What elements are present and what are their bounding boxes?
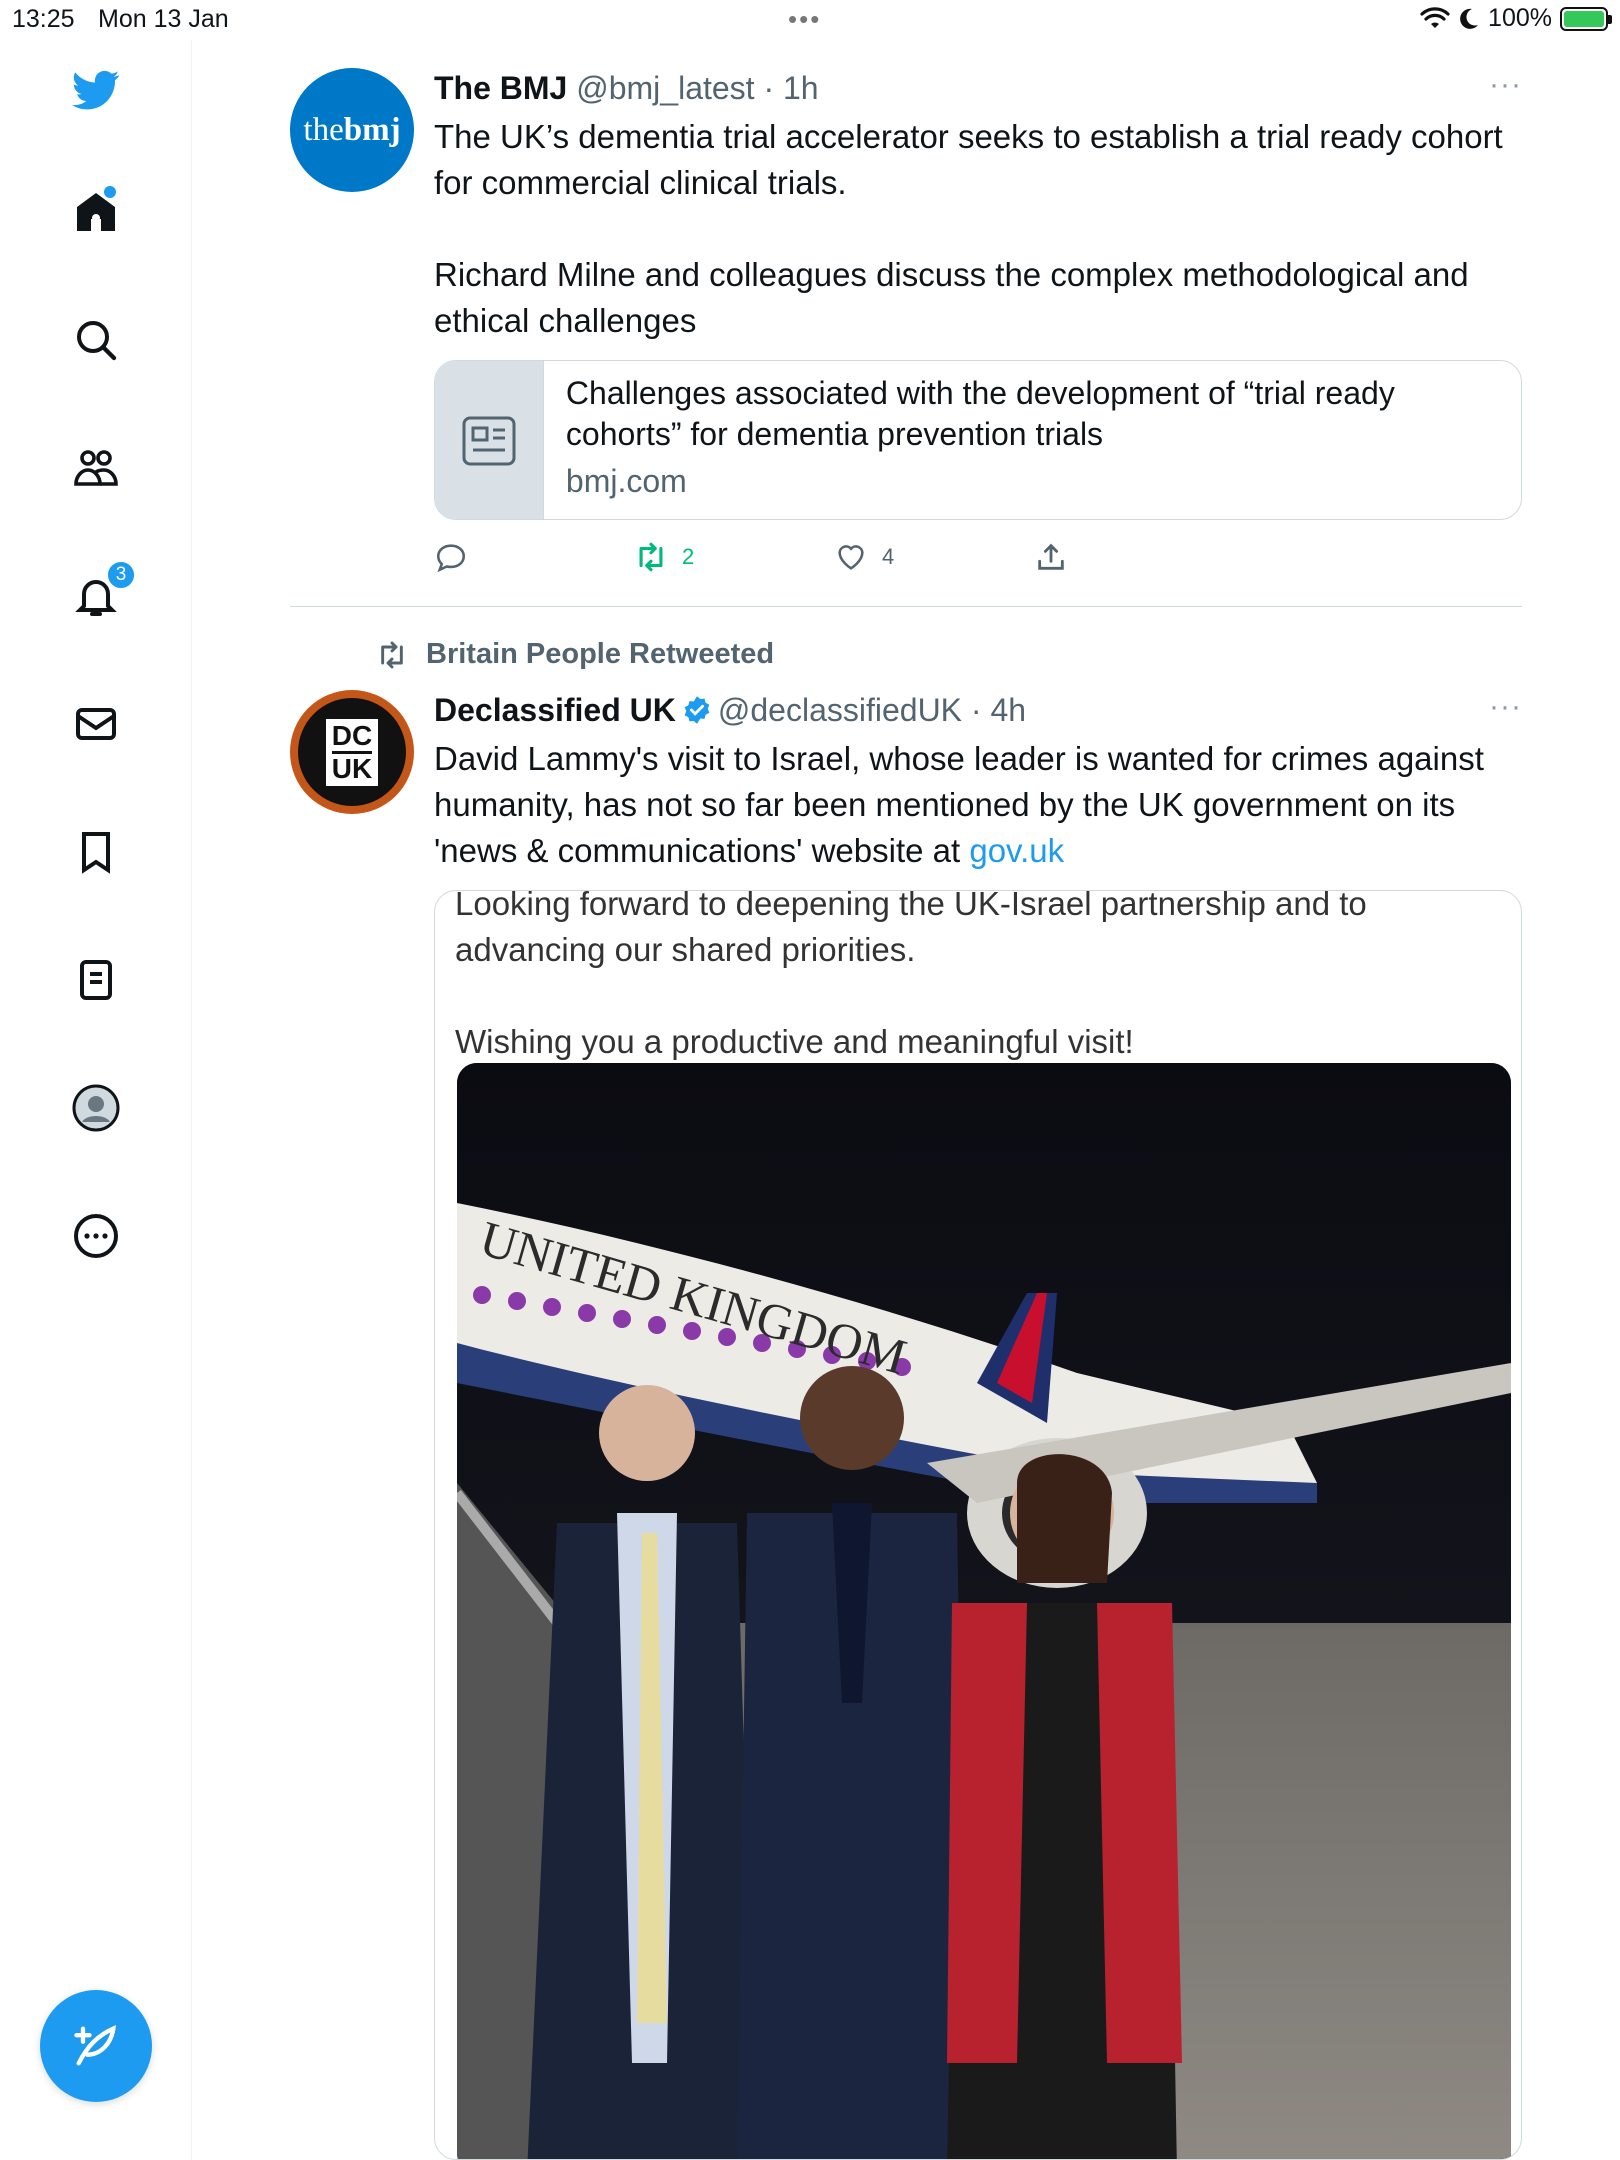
heart-icon xyxy=(838,545,864,570)
quoted-text: Looking forward to deepening the UK-Isra… xyxy=(455,890,1367,1060)
logo-line-2: UK xyxy=(331,750,373,784)
quoted-content[interactable]: Looking forward to deepening the UK-Isra… xyxy=(434,890,1522,2160)
declassified-avatar[interactable]: DC UK xyxy=(290,690,414,814)
tweet-time[interactable]: · 1h xyxy=(763,70,818,106)
tweet-text: The UK’s dementia trial accelerator seek… xyxy=(434,118,1503,339)
author-handle[interactable]: @bmj_latest xyxy=(576,70,754,106)
declassified-logo: DC UK xyxy=(298,698,406,806)
link-card[interactable]: Challenges associated with the developme… xyxy=(434,360,1522,520)
airport-photo-illustration: UNITED KINGDOM xyxy=(457,1063,1511,2159)
twitter-logo-icon[interactable] xyxy=(64,58,128,122)
multitasking-dots[interactable]: ••• xyxy=(788,4,821,35)
home-unread-dot xyxy=(104,186,116,198)
bookmarks-icon[interactable] xyxy=(64,820,128,884)
notifications-bell-icon[interactable]: 3 xyxy=(64,560,136,628)
tweet-header: Declassified UK @declassifiedUK · 4h xyxy=(434,690,1522,730)
bmj-logo: thebmj xyxy=(303,111,401,148)
retweet-button[interactable]: 2 xyxy=(634,540,694,574)
tweet-divider xyxy=(290,606,1522,607)
tweet-text-body: David Lammy's visit to Israel, whose lea… xyxy=(434,740,1484,869)
status-indicators: 100% xyxy=(1420,4,1612,33)
tweet-more-button[interactable]: ··· xyxy=(1489,68,1522,102)
tweet-photo[interactable]: UNITED KINGDOM xyxy=(457,1063,1511,2159)
lists-icon[interactable] xyxy=(64,948,128,1012)
tweet-more-button[interactable]: ··· xyxy=(1489,690,1522,724)
retweeted-by-label: Britain People Retweeted xyxy=(426,638,775,670)
verified-badge-icon xyxy=(684,696,710,724)
share-button[interactable] xyxy=(1034,540,1068,574)
wifi-icon xyxy=(1420,6,1450,28)
like-count: 4 xyxy=(882,544,895,569)
tweet-time[interactable]: · 4h xyxy=(971,692,1026,728)
status-time: 13:25 xyxy=(12,5,75,33)
author-name[interactable]: The BMJ xyxy=(434,70,567,106)
battery-percent: 100% xyxy=(1488,4,1552,32)
home-icon[interactable] xyxy=(64,180,128,244)
share-icon xyxy=(1038,543,1064,570)
link-card-domain: bmj.com xyxy=(565,463,687,499)
article-placeholder-icon xyxy=(435,361,544,519)
compose-tweet-button[interactable] xyxy=(40,1990,152,2102)
tweet-text: David Lammy's visit to Israel, whose lea… xyxy=(434,736,1522,874)
notifications-badge: 3 xyxy=(106,560,136,590)
like-button[interactable]: 4 xyxy=(834,540,894,574)
sidebar-nav: 3 xyxy=(0,40,192,2160)
search-icon[interactable] xyxy=(64,308,128,372)
communities-icon[interactable] xyxy=(64,436,128,500)
profile-avatar-icon[interactable] xyxy=(64,1076,128,1140)
status-date: Mon 13 Jan xyxy=(98,5,229,33)
author-name[interactable]: Declassified UK xyxy=(434,692,676,728)
more-circle-icon[interactable] xyxy=(64,1204,128,1268)
messages-envelope-icon[interactable] xyxy=(64,692,128,756)
govuk-link[interactable]: gov.uk xyxy=(969,832,1064,869)
status-bar: 13:25 Mon 13 Jan ••• 100% xyxy=(0,0,1620,40)
logo-line-1: DC xyxy=(331,719,373,751)
moon-icon xyxy=(1460,8,1479,29)
tweet-actions: 2 4 xyxy=(434,540,1522,592)
bmj-avatar[interactable]: thebmj xyxy=(290,68,414,192)
retweet-small-icon xyxy=(381,641,403,668)
tweet-header: The BMJ @bmj_latest · 1h xyxy=(434,68,1522,108)
reply-icon xyxy=(436,544,466,573)
retweet-count: 2 xyxy=(682,544,695,569)
compose-feather-icon xyxy=(74,2025,117,2066)
author-handle[interactable]: @declassifiedUK xyxy=(718,692,962,728)
reply-button[interactable] xyxy=(434,540,468,574)
link-card-title: Challenges associated with the developme… xyxy=(565,375,1395,452)
retweeted-by[interactable]: Britain People Retweeted xyxy=(374,638,774,671)
battery-icon xyxy=(1560,6,1612,31)
retweet-icon xyxy=(639,542,663,572)
